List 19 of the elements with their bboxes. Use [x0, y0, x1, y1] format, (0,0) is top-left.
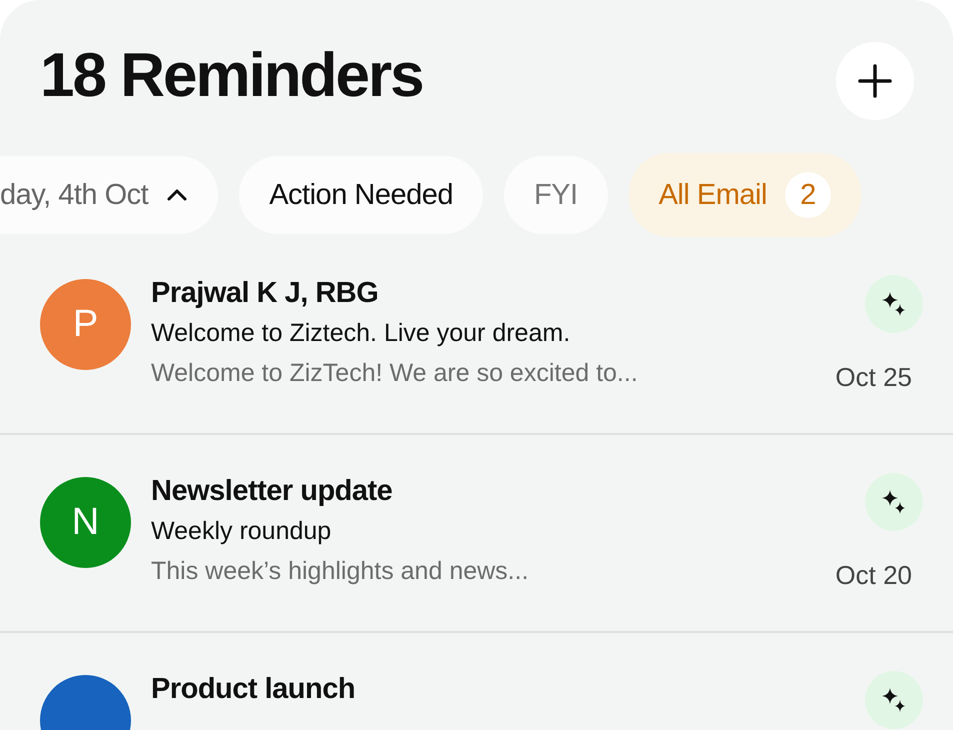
email-subject: Weekly roundup	[151, 517, 332, 546]
filter-chip[interactable]: Action Needed	[239, 156, 483, 234]
email-subject: Welcome to Ziztech. Live your dream.	[151, 319, 572, 348]
page-title: 18 Reminders	[40, 40, 423, 110]
sender-name: Prajwal K J, RBG	[151, 277, 380, 310]
caret-icon	[166, 188, 188, 202]
sender-name: Product launch	[151, 673, 356, 706]
count-badge: 2	[784, 172, 831, 218]
avatar: N	[40, 477, 131, 568]
email-date: Oct 20	[835, 560, 912, 591]
sender-name: Newsletter update	[151, 475, 394, 508]
filter-chip[interactable]: FYI	[504, 156, 608, 234]
email-date: Oct 25	[835, 362, 912, 393]
avatar: P	[40, 279, 131, 370]
filter-chip[interactable]: All Email 2	[628, 153, 861, 237]
date-filter-dropdown[interactable]: day, 4th Oct	[0, 156, 218, 234]
email-preview: Welcome to ZizTech! We are so excited to...	[151, 359, 639, 388]
email-preview: This week’s highlights and news...	[151, 557, 530, 586]
plus-icon	[857, 63, 893, 99]
